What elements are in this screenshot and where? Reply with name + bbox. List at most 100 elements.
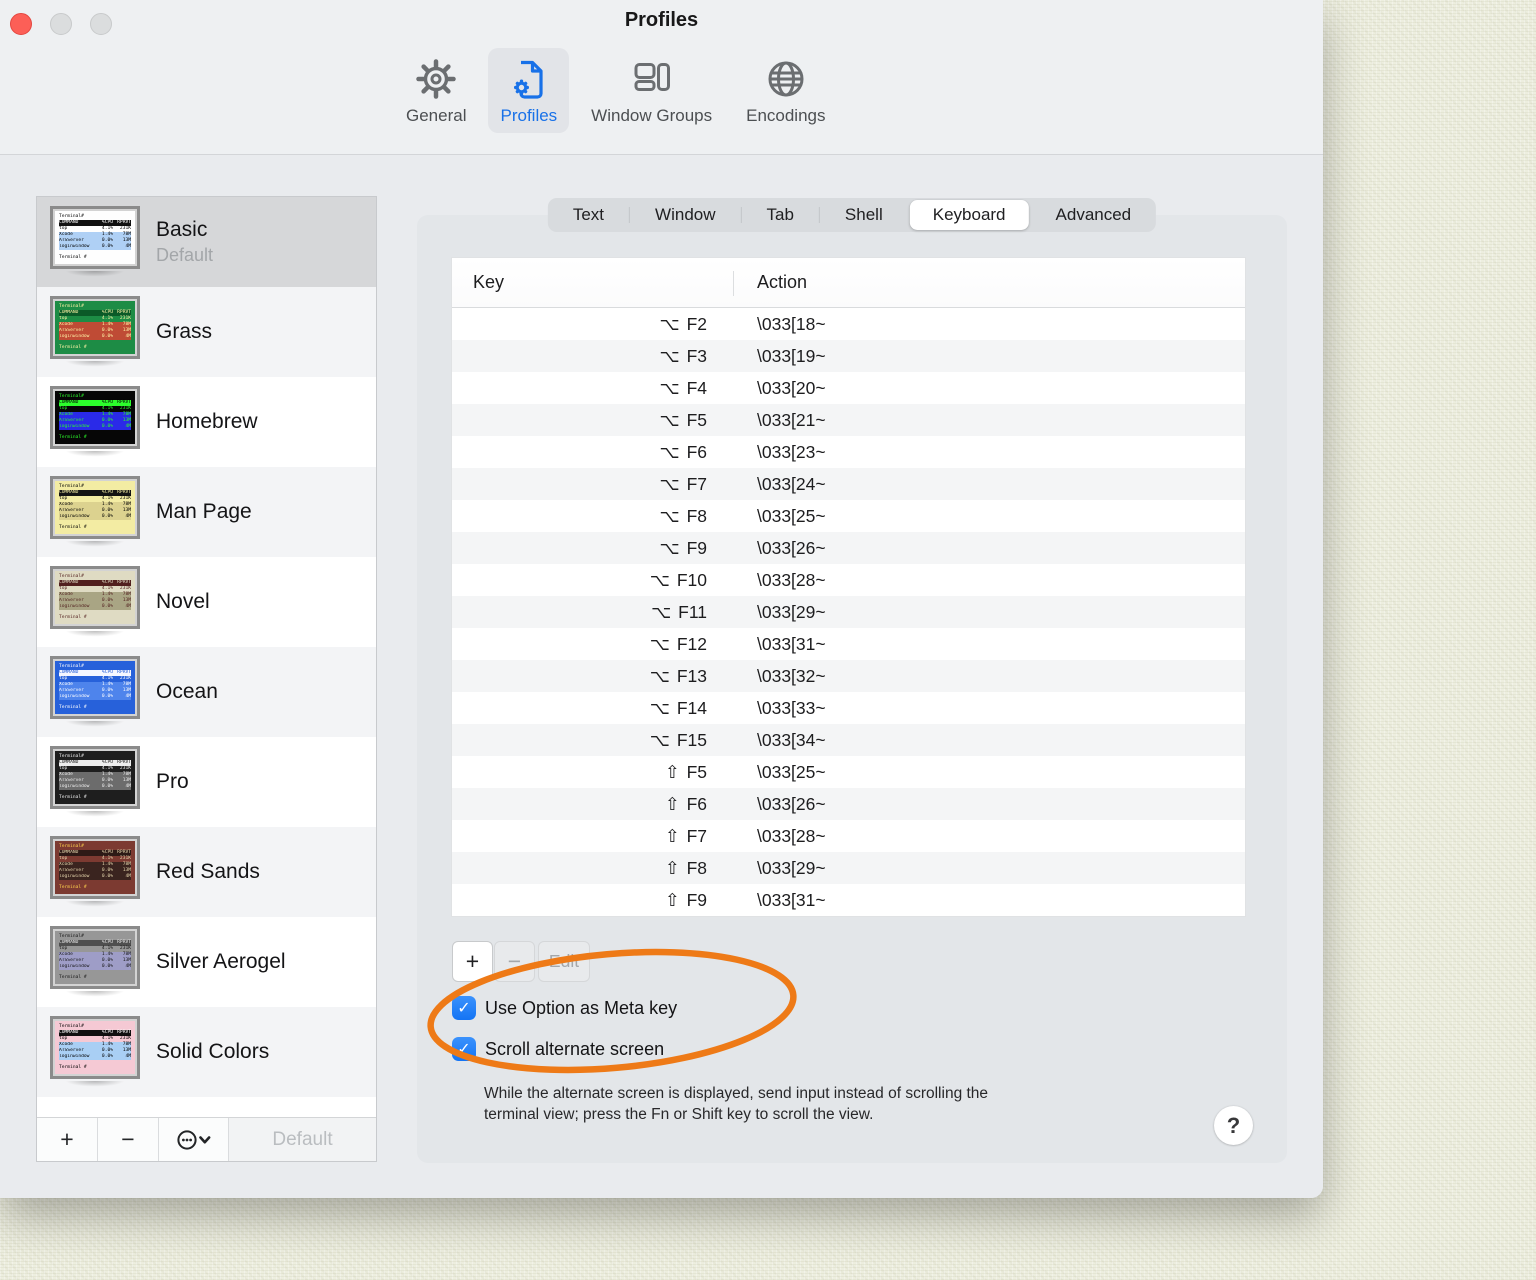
profile-item-homebrew[interactable]: Terminal# COMMAND %CPU RPRVT top 4.1% 231K Xcod…: [37, 377, 376, 467]
modifier-symbol: ⇧: [664, 761, 680, 782]
profile-thumbnail: Terminal# COMMAND %CPU RPRVT top 4.1% 231K Xcod…: [50, 205, 140, 269]
checkmark-icon: ✓: [457, 1000, 471, 1017]
add-profile-button[interactable]: +: [37, 1118, 98, 1161]
column-divider[interactable]: [733, 271, 734, 296]
add-mapping-button[interactable]: +: [452, 941, 493, 982]
profile-name: Pro: [156, 770, 189, 793]
row-option-f11[interactable]: ⌥ F11 \033[29~: [452, 596, 1245, 628]
tab-window[interactable]: Window: [630, 198, 740, 232]
row-option-f13[interactable]: ⌥ F13 \033[32~: [452, 660, 1245, 692]
profile-item-pro[interactable]: Terminal# COMMAND %CPU RPRVT top 4.1% 231K Xcod…: [37, 737, 376, 827]
window-title: Profiles: [624, 9, 699, 31]
help-button[interactable]: ?: [1214, 1106, 1253, 1145]
profile-name: Novel: [156, 590, 210, 613]
thumbnail-shadow: [53, 990, 137, 999]
row-option-f14[interactable]: ⌥ F14 \033[33~: [452, 692, 1245, 724]
action-value: \033[26~: [757, 537, 826, 558]
modifier-symbol: ⇧: [664, 857, 680, 878]
row-shift-f5[interactable]: ⇧ F5 \033[25~: [452, 756, 1245, 788]
toolbar-label: General: [406, 106, 467, 125]
profile-list: Terminal# COMMAND %CPU RPRVT top 4.1% 231K Xcod…: [37, 197, 376, 1117]
remove-mapping-button: −: [494, 941, 535, 982]
row-option-f9[interactable]: ⌥ F9 \033[26~: [452, 532, 1245, 564]
thumbnail-shadow: [53, 810, 137, 819]
modifier-symbol: ⇧: [664, 889, 680, 910]
key-name: F14: [676, 697, 707, 718]
titlebar: Profiles General Profiles Window Groups …: [0, 0, 1323, 155]
thumbnail-shadow: [53, 900, 137, 909]
profile-item-man-page[interactable]: Terminal# COMMAND %CPU RPRVT top 4.1% 231K Xcod…: [37, 467, 376, 557]
profile-name: Solid Colors: [156, 1040, 270, 1063]
tab-text[interactable]: Text: [548, 198, 629, 232]
profiles-sidebar: Terminal# COMMAND %CPU RPRVT top 4.1% 231K Xcod…: [36, 196, 377, 1162]
profile-thumbnail: Terminal# COMMAND %CPU RPRVT top 4.1% 231K Xcod…: [50, 925, 140, 989]
action-value: \033[34~: [757, 729, 826, 750]
scroll-alternate-screen-row: ✓ Scroll alternate screen: [452, 1037, 664, 1061]
use-option-as-meta-checkbox[interactable]: ✓: [452, 996, 476, 1020]
row-option-f7[interactable]: ⌥ F7 \033[24~: [452, 468, 1245, 500]
toolbar-item-window-groups[interactable]: Window Groups: [579, 48, 724, 133]
profile-item-silver-aerogel[interactable]: Terminal# COMMAND %CPU RPRVT top 4.1% 231K Xcod…: [37, 917, 376, 1007]
toolbar-item-encodings[interactable]: Encodings: [734, 48, 837, 133]
row-shift-f8[interactable]: ⇧ F8 \033[29~: [452, 852, 1245, 884]
action-value: \033[25~: [757, 761, 826, 782]
row-option-f6[interactable]: ⌥ F6 \033[23~: [452, 436, 1245, 468]
key-name: F6: [686, 793, 707, 814]
set-default-button[interactable]: Default: [229, 1118, 376, 1161]
key-name: F9: [686, 537, 707, 558]
tab-keyboard[interactable]: Keyboard: [909, 200, 1029, 230]
table-body: ⌥ F2 \033[18~ ⌥ F3 \033[19~ ⌥ F4 \033[20~ ⌥…: [452, 308, 1245, 916]
profile-thumbnail: Terminal# COMMAND %CPU RPRVT top 4.1% 231K Xcod…: [50, 475, 140, 539]
column-header-key: Key: [473, 272, 505, 292]
action-value: \033[29~: [757, 857, 826, 878]
tab-shell[interactable]: Shell: [820, 198, 908, 232]
profile-actions-menu-button[interactable]: [159, 1118, 229, 1161]
row-shift-f6[interactable]: ⇧ F6 \033[26~: [452, 788, 1245, 820]
row-option-f12[interactable]: ⌥ F12 \033[31~: [452, 628, 1245, 660]
row-option-f4[interactable]: ⌥ F4 \033[20~: [452, 372, 1245, 404]
row-option-f2[interactable]: ⌥ F2 \033[18~: [452, 308, 1245, 340]
row-option-f15[interactable]: ⌥ F15 \033[34~: [452, 724, 1245, 756]
action-value: \033[26~: [757, 793, 826, 814]
key-mappings-table: Key Action ⌥ F2 \033[18~ ⌥ F3 \033[19~ ⌥ F4…: [452, 258, 1245, 916]
gear-icon: [414, 56, 458, 102]
profile-item-novel[interactable]: Terminal# COMMAND %CPU RPRVT top 4.1% 231K Xcod…: [37, 557, 376, 647]
globe-icon: [764, 56, 808, 102]
profile-item-basic[interactable]: Terminal# COMMAND %CPU RPRVT top 4.1% 231K Xcod…: [37, 197, 376, 287]
thumbnail-shadow: [53, 630, 137, 639]
row-option-f10[interactable]: ⌥ F10 \033[28~: [452, 564, 1245, 596]
profile-thumbnail: Terminal# COMMAND %CPU RPRVT top 4.1% 231K Xcod…: [50, 385, 140, 449]
tab-tab[interactable]: Tab: [742, 198, 819, 232]
profile-item-ocean[interactable]: Terminal# COMMAND %CPU RPRVT top 4.1% 231K Xcod…: [37, 647, 376, 737]
profile-item-red-sands[interactable]: Terminal# COMMAND %CPU RPRVT top 4.1% 231K Xcod…: [37, 827, 376, 917]
key-name: F5: [686, 761, 707, 782]
action-value: \033[21~: [757, 409, 826, 430]
profile-item-grass[interactable]: Terminal# COMMAND %CPU RPRVT top 4.1% 231K Xcod…: [37, 287, 376, 377]
action-value: \033[25~: [757, 505, 826, 526]
modifier-symbol: ⇧: [664, 825, 680, 846]
row-shift-f7[interactable]: ⇧ F7 \033[28~: [452, 820, 1245, 852]
key-name: F6: [686, 441, 707, 462]
profile-item-solid-colors[interactable]: Terminal# COMMAND %CPU RPRVT top 4.1% 231K Xcod…: [37, 1007, 376, 1097]
profile-thumbnail: Terminal# COMMAND %CPU RPRVT top 4.1% 231K Xcod…: [50, 835, 140, 899]
profile-thumbnail: Terminal# COMMAND %CPU RPRVT top 4.1% 231K Xcod…: [50, 1015, 140, 1079]
remove-profile-button[interactable]: −: [98, 1118, 159, 1161]
action-value: \033[28~: [757, 569, 826, 590]
modifier-symbol: ⌥: [649, 729, 670, 750]
scroll-alternate-screen-label: Scroll alternate screen: [485, 1038, 665, 1059]
tab-advanced[interactable]: Advanced: [1031, 198, 1157, 232]
key-name: F8: [686, 857, 707, 878]
toolbar-item-profiles[interactable]: Profiles: [488, 48, 570, 133]
thumbnail-shadow: [53, 450, 137, 459]
toolbar-label: Encodings: [746, 106, 826, 125]
profile-name: Basic: [156, 218, 208, 241]
window-groups-icon: [630, 56, 674, 102]
toolbar-item-general[interactable]: General: [394, 48, 478, 133]
column-header-action: Action: [757, 272, 808, 292]
row-option-f8[interactable]: ⌥ F8 \033[25~: [452, 500, 1245, 532]
row-option-f5[interactable]: ⌥ F5 \033[21~: [452, 404, 1245, 436]
row-option-f3[interactable]: ⌥ F3 \033[19~: [452, 340, 1245, 372]
scroll-alternate-screen-checkbox[interactable]: ✓: [452, 1037, 476, 1061]
modifier-symbol: ⇧: [664, 793, 680, 814]
row-shift-f9[interactable]: ⇧ F9 \033[31~: [452, 884, 1245, 916]
